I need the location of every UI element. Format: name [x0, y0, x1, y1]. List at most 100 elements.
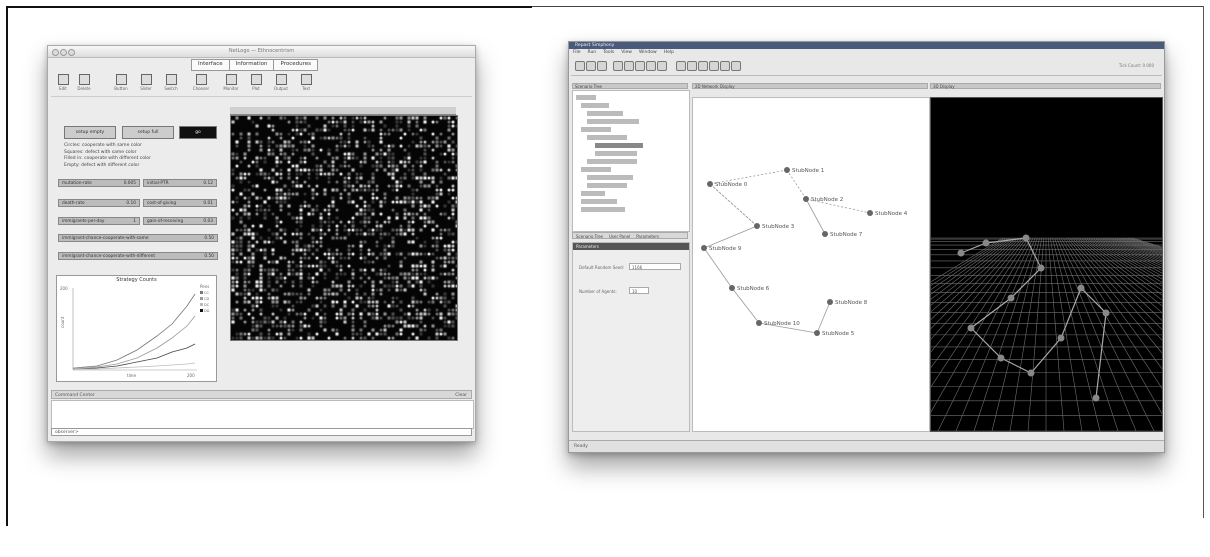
network-node[interactable]	[827, 299, 833, 305]
world-view[interactable]	[230, 115, 458, 341]
tree-item[interactable]	[581, 167, 611, 172]
tree-item[interactable]	[587, 119, 639, 124]
death-rate-slider[interactable]: death-rate 0.10	[58, 199, 140, 207]
network-node-3d[interactable]	[997, 354, 1005, 362]
network-node-3d[interactable]	[1092, 394, 1100, 402]
network-node-3d[interactable]	[982, 239, 990, 247]
gain-of-receiving-slider[interactable]: gain-of-receiving 0.03	[143, 217, 217, 225]
grid-line	[1069, 237, 1210, 394]
menu-view[interactable]: View	[621, 50, 632, 56]
init-icon[interactable]	[613, 61, 623, 71]
add-switch-tool[interactable]: Switch	[161, 72, 181, 96]
network-node[interactable]	[707, 181, 713, 187]
pen-swatch	[200, 297, 203, 300]
play-icon[interactable]	[635, 61, 645, 71]
tree-item[interactable]	[587, 175, 633, 180]
go-button[interactable]: go	[179, 126, 217, 139]
tab-information[interactable]: Information	[230, 60, 275, 70]
tree-item[interactable]	[581, 127, 611, 132]
network-node-3d[interactable]	[1022, 234, 1030, 242]
save-icon[interactable]	[586, 61, 596, 71]
refresh-icon[interactable]	[597, 61, 607, 71]
tree-item[interactable]	[581, 191, 605, 196]
camera-icon[interactable]	[720, 61, 730, 71]
export-icon[interactable]	[698, 61, 708, 71]
network-2d-display[interactable]: StubNode 1 StubNode 0 StubNode 2 StubNode 4…	[692, 97, 930, 432]
network-node-3d[interactable]	[967, 324, 975, 332]
reset-icon[interactable]	[657, 61, 667, 71]
netlogo-screenshot: NetLogo — Ethnocentrism Interface Inform…	[47, 45, 476, 442]
tree-item[interactable]	[587, 159, 637, 164]
scenario-tree[interactable]	[572, 90, 690, 232]
setup-empty-button[interactable]: setup empty	[64, 126, 116, 139]
network-node[interactable]	[803, 196, 809, 202]
mutation-rate-slider[interactable]: mutation-rate 0.005	[58, 179, 140, 187]
slider-label: immigrant-chance-cooperate-with-differen…	[62, 254, 156, 259]
add-output-tool[interactable]: Output	[271, 72, 291, 96]
network-node-3d[interactable]	[957, 249, 965, 257]
add-slider-tool[interactable]: Slider	[136, 72, 156, 96]
network-node-3d[interactable]	[1102, 309, 1110, 317]
network-node[interactable]	[784, 167, 790, 173]
network-node[interactable]	[814, 330, 820, 336]
tab-procedures[interactable]: Procedures	[274, 60, 317, 70]
page-frame-left	[6, 6, 8, 526]
menu-tools[interactable]: Tools	[603, 50, 614, 56]
setup-full-button[interactable]: setup full	[122, 126, 174, 139]
menu-file[interactable]: File	[573, 50, 581, 56]
add-monitor-tool[interactable]: Monitor	[221, 72, 241, 96]
network-node[interactable]	[754, 223, 760, 229]
step-icon[interactable]	[624, 61, 634, 71]
immigrants-per-day-slider[interactable]: immigrants-per-day 1	[58, 217, 140, 225]
network-node[interactable]	[867, 210, 873, 216]
network-node[interactable]	[756, 320, 762, 326]
tab-interface[interactable]: Interface	[192, 60, 230, 70]
tree-item[interactable]	[587, 111, 623, 116]
tree-item[interactable]	[595, 151, 637, 156]
tab-parameters[interactable]: Parameters	[636, 233, 659, 239]
tree-item[interactable]	[581, 199, 617, 204]
menu-window[interactable]: Window	[639, 50, 657, 56]
network-3d-display[interactable]	[685, 97, 1210, 432]
network-node[interactable]	[701, 245, 707, 251]
add-chooser-tool[interactable]: Chooser	[191, 72, 211, 96]
clear-button[interactable]: Clear	[455, 391, 467, 400]
edit-tool-button[interactable]: Edit	[53, 72, 73, 96]
add-text-tool[interactable]: Text	[296, 72, 316, 96]
tree-item[interactable]	[581, 103, 609, 108]
cost-of-giving-slider[interactable]: cost-of-giving 0.01	[143, 199, 217, 207]
network-node-3d[interactable]	[1077, 284, 1085, 292]
add-plot-tool[interactable]: Plot	[246, 72, 266, 96]
tab-user-panel[interactable]: User Panel	[609, 233, 630, 239]
network-node-3d[interactable]	[1007, 294, 1015, 302]
data-icon[interactable]	[676, 61, 686, 71]
tree-item-selected[interactable]	[595, 143, 643, 148]
param-seed-input[interactable]: 1166	[629, 263, 681, 270]
stop-icon[interactable]	[646, 61, 656, 71]
tree-item[interactable]	[587, 183, 627, 188]
command-output-area[interactable]	[51, 400, 474, 429]
initial-ptr-slider[interactable]: initial-PTR 0.12	[143, 179, 217, 187]
tree-item[interactable]	[581, 207, 625, 212]
tab-scenario-tree[interactable]: Scenario Tree	[576, 233, 603, 239]
movie-icon[interactable]	[731, 61, 741, 71]
network-node-3d[interactable]	[1057, 334, 1065, 342]
menu-run[interactable]: Run	[588, 50, 597, 56]
tool-label: Edit	[59, 86, 67, 91]
tree-item[interactable]	[587, 135, 627, 140]
open-icon[interactable]	[575, 61, 585, 71]
network-node-3d[interactable]	[1037, 264, 1045, 272]
observer-input[interactable]: observer>	[51, 428, 472, 436]
network-node-3d[interactable]	[1027, 369, 1035, 377]
immigrant-cooperate-same-slider[interactable]: immigrant-chance-cooperate-with-same 0.50	[58, 234, 218, 242]
network-node[interactable]	[729, 285, 735, 291]
immigrant-cooperate-different-slider[interactable]: immigrant-chance-cooperate-with-differen…	[58, 252, 218, 260]
network-node[interactable]	[822, 231, 828, 237]
grid-icon[interactable]	[709, 61, 719, 71]
menu-help[interactable]: Help	[664, 50, 674, 56]
add-button-tool[interactable]: Button	[111, 72, 131, 96]
tree-item[interactable]	[576, 95, 596, 100]
delete-tool-button[interactable]: Delete	[74, 72, 94, 96]
param-agents-input[interactable]: 10	[629, 287, 649, 294]
chart-icon[interactable]	[687, 61, 697, 71]
